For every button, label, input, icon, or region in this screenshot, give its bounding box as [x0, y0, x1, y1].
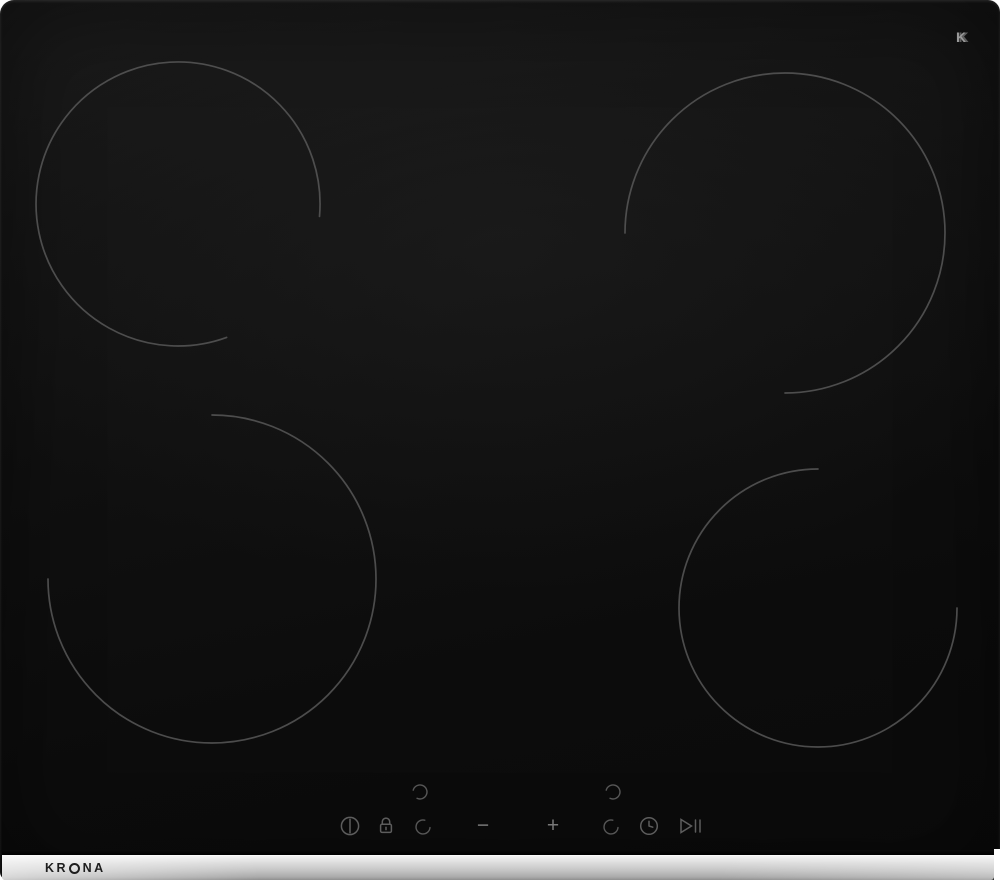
burner-ring-back-left	[36, 62, 320, 346]
lock-icon	[374, 813, 398, 837]
zone-circle-icon	[411, 783, 429, 801]
brand-k-mark: K	[948, 26, 974, 48]
logo-text-left: KR	[45, 861, 68, 875]
burner-ring-front-left	[48, 415, 376, 743]
cooktop-surface: K − +	[0, 0, 1000, 880]
steel-trim: KR NA	[2, 855, 994, 880]
zone-select-front-right-button[interactable]	[602, 818, 620, 836]
play-pause-icon	[674, 814, 702, 838]
timer-clock-icon	[637, 814, 661, 838]
burner-ring-front-right	[679, 469, 957, 747]
timer-button[interactable]	[635, 812, 663, 840]
logo-ring-o-icon	[69, 863, 80, 874]
logo-text-right: NA	[83, 861, 106, 875]
burner-ring-back-right	[625, 73, 945, 393]
burner-rings	[0, 0, 1000, 880]
child-lock-button[interactable]	[372, 811, 400, 839]
zone-select-back-left-button[interactable]	[411, 783, 429, 801]
krona-logo: KR NA	[45, 861, 106, 875]
zone-select-front-left-button[interactable]	[414, 818, 432, 836]
background-corner	[994, 849, 1000, 880]
power-icon	[338, 814, 362, 838]
zone-circle-icon	[414, 818, 432, 836]
power-button[interactable]	[336, 812, 364, 840]
increase-button[interactable]: +	[539, 813, 567, 841]
zone-select-back-right-button[interactable]	[604, 783, 622, 801]
zone-circle-icon	[604, 783, 622, 801]
zone-circle-icon	[602, 818, 620, 836]
decrease-button[interactable]: −	[469, 813, 497, 841]
pause-button[interactable]	[674, 812, 702, 840]
